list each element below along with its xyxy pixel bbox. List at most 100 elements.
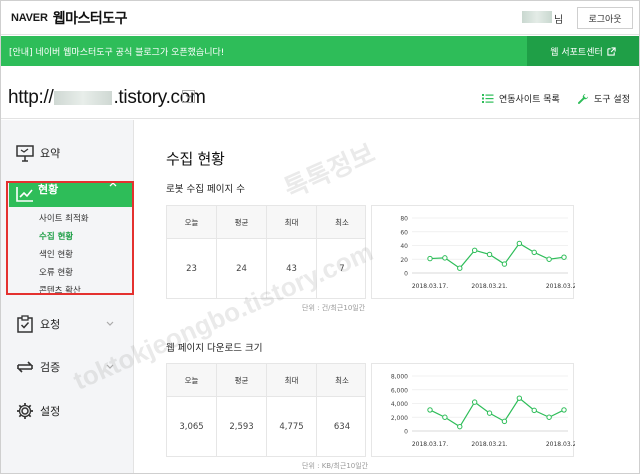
- data-point[interactable]: [501, 418, 508, 425]
- stats-value-today: 23: [167, 239, 217, 299]
- robot-crawl-stats-table: 오늘 평균 최대 최소 23 24 43 7: [166, 205, 366, 299]
- stats-header-today: 오늘: [167, 364, 217, 397]
- stats-value-max: 4,775: [267, 397, 317, 457]
- tool-settings-button[interactable]: 도구 설정: [577, 92, 630, 105]
- site-dropdown-button[interactable]: [182, 90, 195, 103]
- data-point[interactable]: [457, 265, 463, 271]
- stats-value-max: 43: [267, 239, 317, 299]
- tool-settings-label: 도구 설정: [594, 95, 630, 105]
- clipboard-check-icon: [17, 315, 33, 333]
- naver-wordmark: NAVER: [11, 12, 48, 24]
- robot-crawl-line-chart: 0 20 40 60 80 2018.03.17. 2018.03.21. 2018.03.2…: [400, 216, 575, 291]
- y-tick-label: 0: [404, 271, 408, 278]
- external-link-icon: [607, 46, 616, 56]
- stats-header-min: 최소: [335, 218, 349, 227]
- data-point[interactable]: [546, 256, 552, 262]
- y-tick-label: 20: [400, 257, 408, 264]
- x-tick-label: 2018.03.17.: [412, 441, 448, 448]
- data-point[interactable]: [442, 414, 448, 420]
- site-url-blurred: [54, 91, 113, 105]
- data-point[interactable]: [516, 395, 523, 401]
- data-point[interactable]: [471, 247, 478, 254]
- stats-header-today: 오늘: [167, 206, 217, 239]
- page-title: 수집 현황: [166, 150, 225, 168]
- stats-header-max: 최대: [267, 364, 317, 397]
- logout-button[interactable]: 로그아웃: [577, 7, 633, 29]
- chevron-down-icon: [106, 364, 114, 369]
- robot-crawl-unit-note: 단위 : 건/최근10일간: [302, 304, 366, 312]
- data-point[interactable]: [486, 410, 493, 416]
- support-center-button[interactable]: 웹 서포트센터: [527, 36, 639, 66]
- data-point[interactable]: [561, 254, 567, 260]
- stats-value-min: 7: [339, 264, 345, 274]
- y-tick-label: 4,000: [391, 401, 408, 408]
- related-sites-button[interactable]: 연동사이트 목록: [482, 92, 560, 105]
- list-icon: [482, 94, 494, 103]
- sidebar-item-label: 요청: [40, 318, 61, 331]
- series-line: [429, 397, 565, 428]
- app-window: NAVER 웹마스터도구 님 로그아웃 [안내] 네이버 웹마스터도구 공식 블…: [0, 0, 640, 474]
- presentation-icon: [16, 145, 34, 162]
- stats-header-average: 평균: [217, 206, 267, 239]
- download-size-title: 웹 페이지 다운로드 크기: [166, 343, 263, 354]
- stats-header-row: 오늘 평균 최대 최소: [167, 206, 365, 239]
- x-tick-label: 2018.03.26.: [546, 283, 575, 290]
- stats-value-min: 634: [333, 422, 351, 432]
- app-title: 웹마스터도구: [52, 11, 128, 27]
- download-size-line-chart: 0 2,000 4,000 6,000 8,000 2018.03.17. 2018.03.…: [391, 374, 575, 449]
- y-tick-label: 6,000: [391, 387, 408, 394]
- notice-text[interactable]: [안내] 네이버 웹마스터도구 공식 블로그가 오픈했습니다!: [9, 45, 224, 58]
- y-tick-label: 40: [400, 243, 408, 250]
- chevron-down-icon: [185, 94, 192, 99]
- sidebar-item-label: 설정: [40, 405, 61, 418]
- data-point[interactable]: [486, 251, 493, 258]
- notice-bar: [안내] 네이버 웹마스터도구 공식 블로그가 오픈했습니다! 웹 서포트센터: [1, 36, 639, 66]
- top-header: NAVER 웹마스터도구 님 로그아웃: [1, 1, 639, 35]
- data-point[interactable]: [427, 407, 433, 413]
- stats-value-average: 24: [217, 239, 267, 299]
- site-selector-row: http:// .tistory.com 연동사이트 목록 도구 설정: [1, 67, 639, 119]
- stats-value-average: 2,593: [217, 397, 267, 457]
- wrench-icon: [578, 93, 588, 104]
- y-tick-label: 60: [400, 229, 408, 236]
- sidebar-item-label: 검증: [40, 361, 61, 374]
- data-point[interactable]: [531, 407, 537, 414]
- robot-crawl-title: 로봇 수집 페이지 수: [166, 184, 245, 195]
- x-tick-label: 2018.03.17.: [412, 283, 448, 290]
- stats-header-min: 최소: [335, 376, 349, 385]
- sync-arrows-icon: [17, 361, 33, 373]
- user-suffix: 님: [554, 15, 564, 26]
- site-url[interactable]: http:// .tistory.com: [8, 87, 206, 109]
- data-point[interactable]: [442, 255, 448, 261]
- user-name-blurred: [522, 11, 552, 23]
- sidebar-item-summary[interactable]: 요약: [1, 140, 134, 166]
- y-tick-label: 0: [404, 429, 408, 436]
- download-size-chart: 0 2,000 4,000 6,000 8,000 2018.03.17. 2018.03.…: [371, 363, 575, 457]
- stats-header-average: 평균: [217, 364, 267, 397]
- brand-logo[interactable]: NAVER 웹마스터도구: [11, 8, 127, 28]
- sidebar-item-verify[interactable]: 검증: [1, 354, 134, 380]
- data-point[interactable]: [457, 423, 463, 430]
- data-point[interactable]: [546, 414, 552, 420]
- robot-crawl-chart: 0 20 40 60 80 2018.03.17. 2018.03.21. 2018.03.2…: [371, 205, 575, 299]
- data-point[interactable]: [531, 249, 537, 256]
- y-tick-label: 8,000: [391, 374, 408, 381]
- sidebar-item-request[interactable]: 요청: [1, 311, 134, 337]
- data-point[interactable]: [501, 261, 508, 267]
- sidebar-item-label: 요약: [40, 147, 61, 160]
- data-point[interactable]: [516, 240, 523, 247]
- data-point[interactable]: [427, 255, 433, 262]
- x-tick-label: 2018.03.26.: [546, 441, 575, 448]
- download-size-stats-table: 오늘 평균 최대 최소 3,065 2,593 4,775 634: [166, 363, 366, 457]
- sidebar-item-settings[interactable]: 설정: [1, 398, 134, 424]
- stats-header-row: 오늘 평균 최대 최소: [167, 364, 365, 397]
- stats-header-max: 최대: [267, 206, 317, 239]
- related-sites-label: 연동사이트 목록: [499, 95, 560, 105]
- data-point[interactable]: [471, 399, 478, 405]
- download-size-unit-note: 단위 : KB/최근10일간: [302, 462, 369, 470]
- stats-value-today: 3,065: [167, 397, 217, 457]
- series-line: [429, 242, 565, 269]
- data-point[interactable]: [561, 407, 567, 413]
- y-tick-label: 80: [400, 216, 408, 223]
- gear-icon: [17, 403, 33, 419]
